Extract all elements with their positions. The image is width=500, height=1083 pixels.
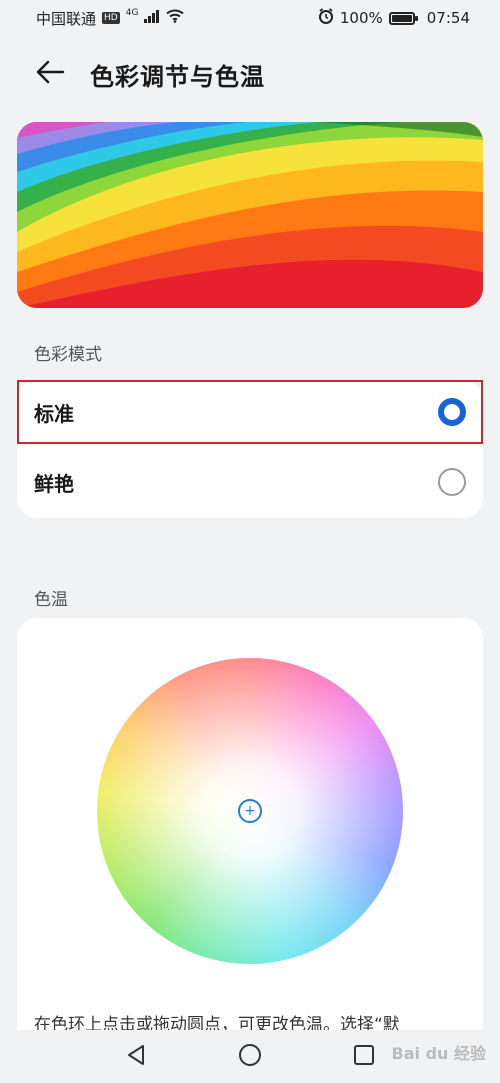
color-mode-card: 标准 鲜艳 bbox=[17, 380, 483, 518]
wifi-icon bbox=[166, 9, 185, 27]
nav-recents-button[interactable] bbox=[349, 1042, 379, 1072]
plus-icon: + bbox=[244, 803, 256, 819]
color-preview-banner bbox=[17, 122, 483, 308]
status-left: 中国联通 HD 4G bbox=[36, 8, 185, 29]
clock: 07:54 bbox=[426, 9, 470, 27]
radio-unselected-icon[interactable] bbox=[438, 468, 466, 496]
mode-option-label: 标准 bbox=[34, 401, 74, 426]
recents-square-icon bbox=[353, 1044, 375, 1070]
alarm-icon bbox=[318, 8, 334, 28]
color-temp-card: + 在色环上点击或拖动圆点，可更改色温。选择“默 bbox=[17, 618, 483, 1048]
color-temp-section-label: 色温 bbox=[34, 590, 68, 610]
battery-percent: 100% bbox=[339, 9, 383, 27]
nav-home-button[interactable] bbox=[235, 1042, 265, 1072]
carrier-label: 中国联通 bbox=[36, 9, 97, 28]
mode-option-vivid[interactable]: 鲜艳 bbox=[17, 450, 483, 514]
hd-badge: HD bbox=[102, 12, 120, 24]
radio-selected-icon[interactable] bbox=[438, 398, 466, 426]
mode-option-standard[interactable]: 标准 bbox=[17, 380, 483, 444]
home-circle-icon bbox=[238, 1043, 262, 1071]
signal-icon bbox=[144, 9, 160, 27]
network-label: 4G bbox=[125, 8, 139, 18]
back-button[interactable] bbox=[32, 56, 68, 92]
back-triangle-icon bbox=[126, 1044, 146, 1070]
nav-back-button[interactable] bbox=[121, 1042, 151, 1072]
status-bar: 中国联通 HD 4G 100% 07:54 bbox=[0, 0, 500, 36]
color-mode-section-label: 色彩模式 bbox=[34, 345, 102, 365]
mode-option-label: 鲜艳 bbox=[34, 471, 74, 496]
app-header: 色彩调节与色温 bbox=[0, 48, 500, 100]
watermark: Bai du 经验 bbox=[391, 1044, 486, 1063]
status-right: 100% 07:54 bbox=[318, 8, 470, 28]
color-wheel[interactable]: + bbox=[97, 658, 403, 964]
page-title: 色彩调节与色温 bbox=[90, 62, 265, 91]
battery-icon bbox=[388, 11, 418, 25]
color-temp-handle[interactable]: + bbox=[238, 799, 262, 823]
arrow-left-icon bbox=[35, 60, 65, 88]
